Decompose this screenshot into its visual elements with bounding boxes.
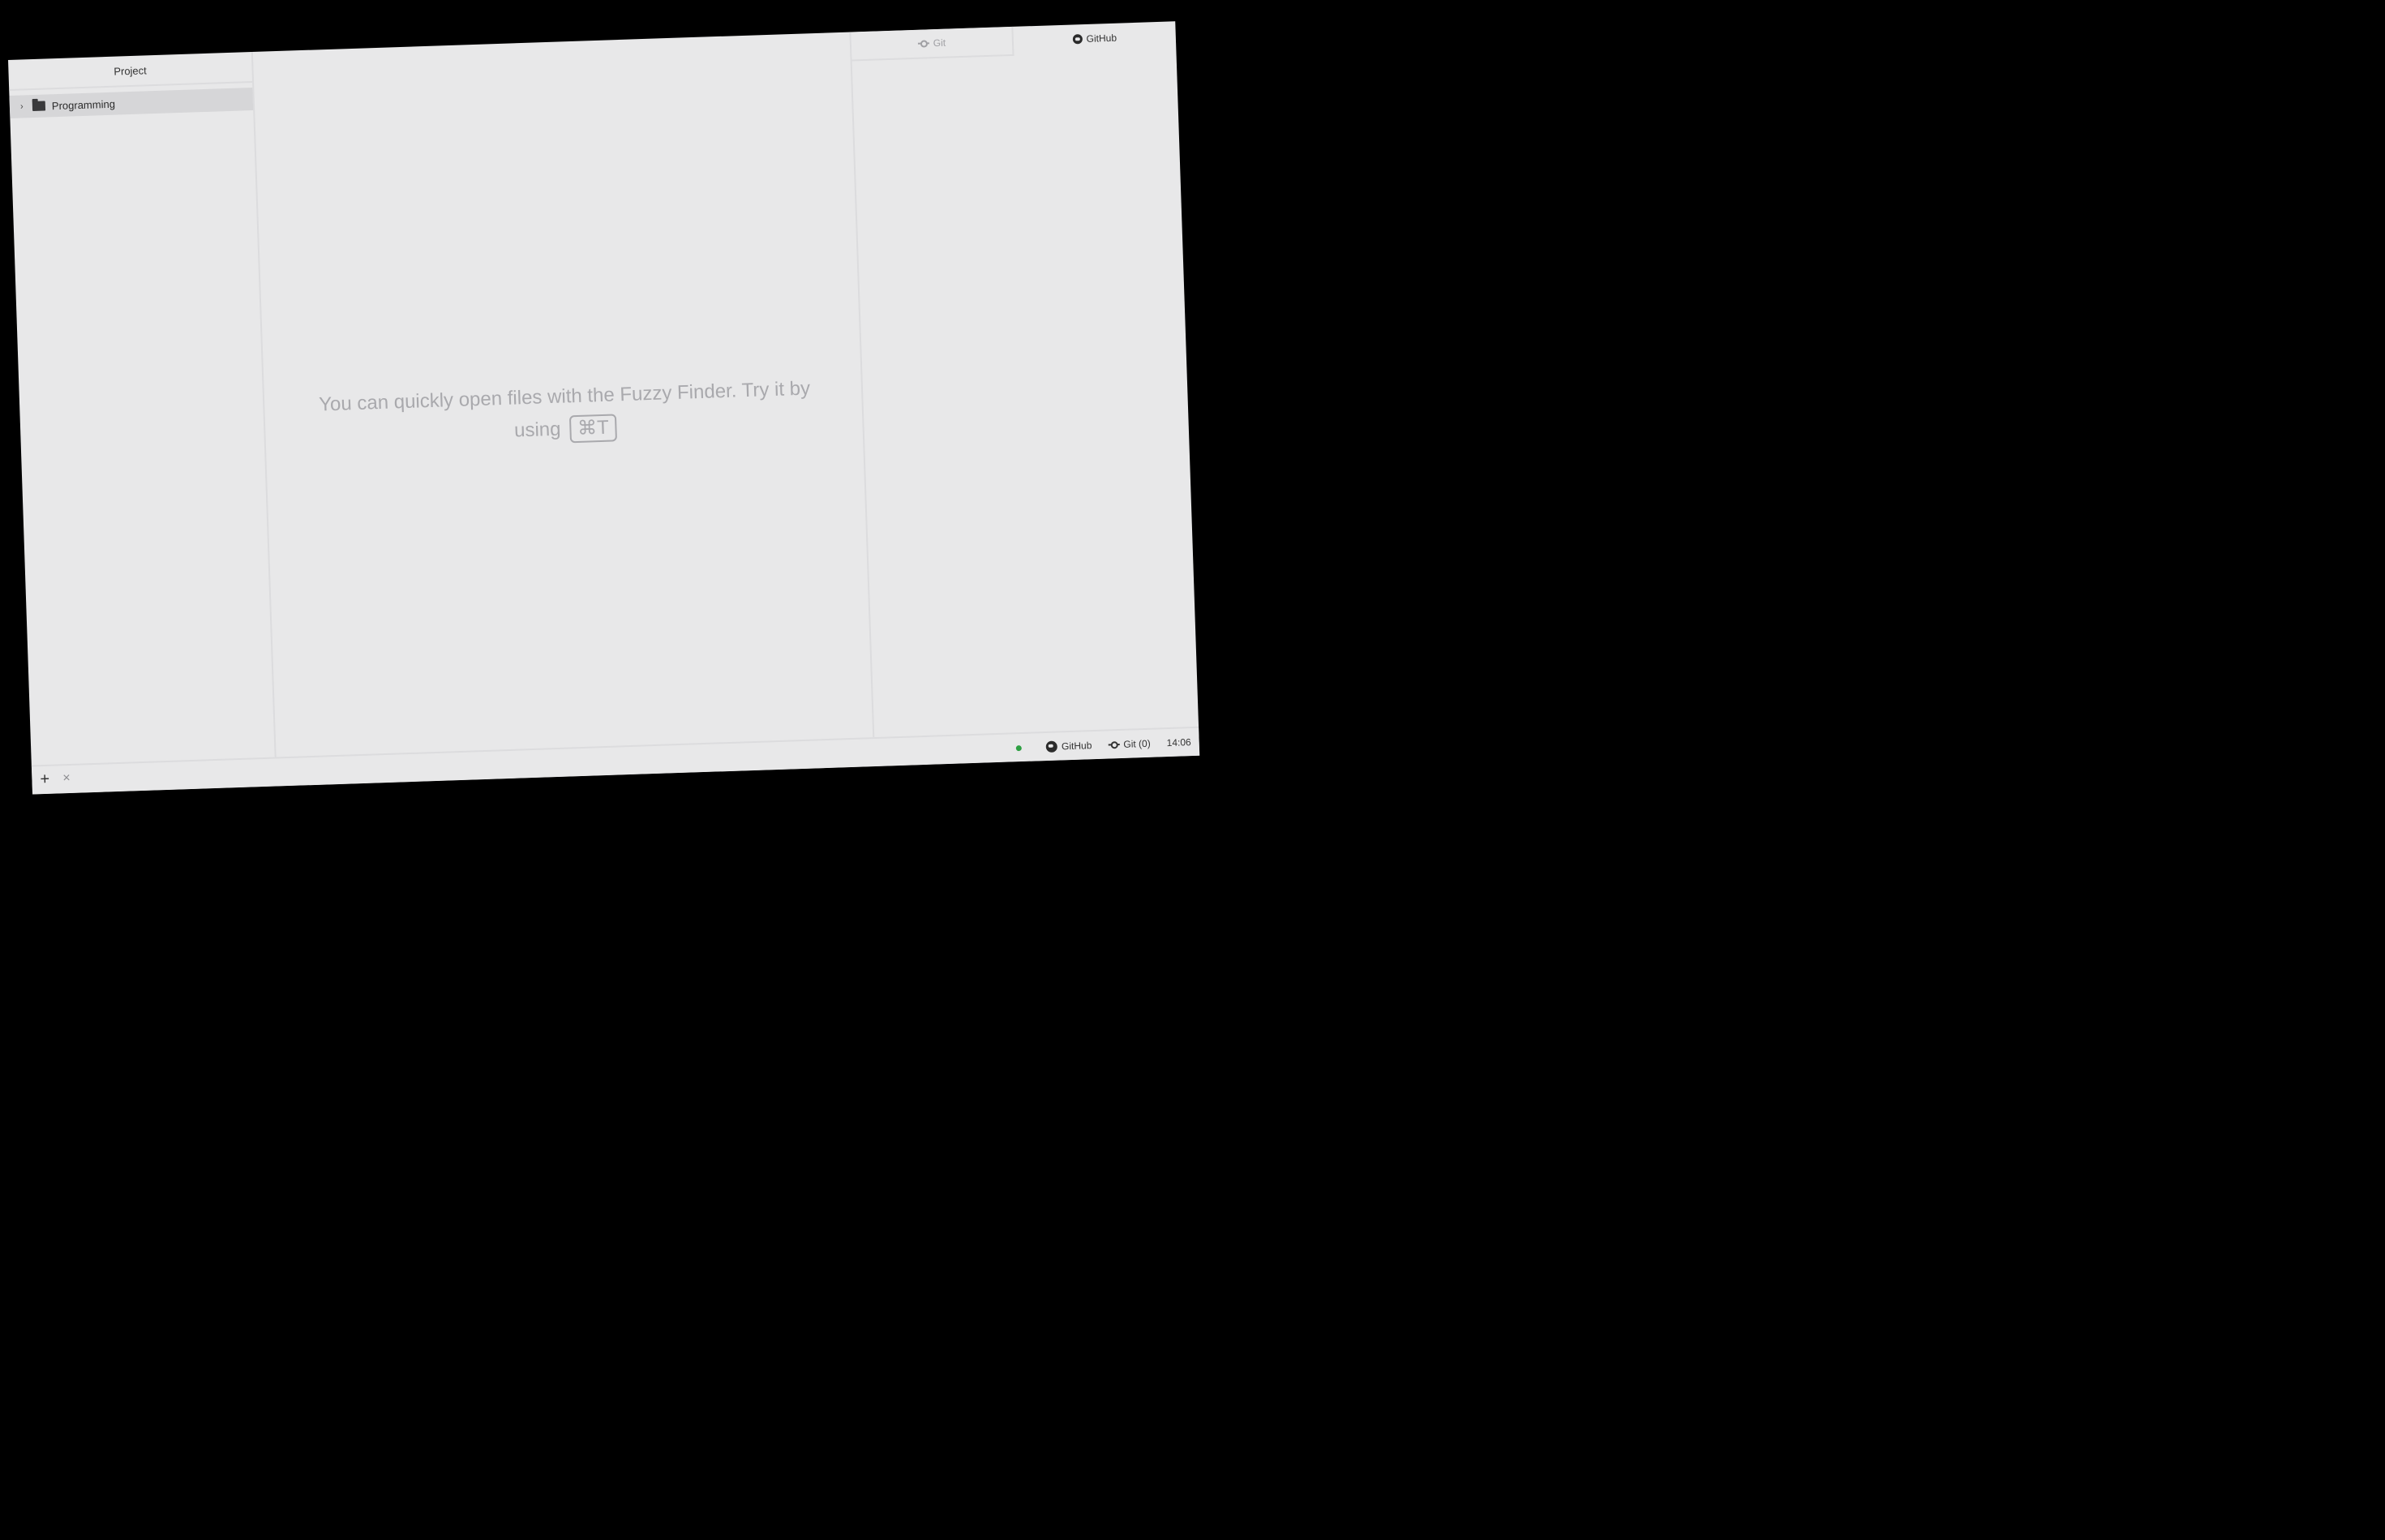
editor-window: Project › Programming You can quickly op… xyxy=(8,21,1200,795)
github-status-label: GitHub xyxy=(1061,740,1092,753)
dock-tab-bar: Git GitHub xyxy=(851,21,1176,62)
clock: 14:06 xyxy=(1166,736,1191,749)
close-button[interactable]: × xyxy=(62,770,71,787)
github-icon xyxy=(1072,34,1083,45)
status-bar-right: GitHub Git (0) 14:06 xyxy=(1015,728,1192,761)
hint-text: You can quickly open files with the Fuzz… xyxy=(318,377,811,442)
tab-git[interactable]: Git xyxy=(851,26,1014,62)
github-status-button[interactable]: GitHub xyxy=(1045,740,1092,753)
add-project-folder-button[interactable]: + xyxy=(40,770,49,788)
git-status-label: Git (0) xyxy=(1123,737,1151,750)
status-indicator-dot xyxy=(1015,744,1023,751)
keyboard-shortcut: ⌘T xyxy=(568,414,618,444)
git-commit-icon xyxy=(1108,740,1119,749)
git-commit-icon xyxy=(918,39,929,47)
tab-git-label: Git xyxy=(933,36,946,49)
tree-item-label: Programming xyxy=(51,97,116,112)
tree-view-title[interactable]: Project xyxy=(8,52,253,91)
git-status-button[interactable]: Git (0) xyxy=(1108,738,1151,751)
workspace-center-pane: You can quickly open files with the Fuzz… xyxy=(252,32,875,757)
tree-view-panel: Project › Programming xyxy=(8,51,277,766)
right-dock: Git GitHub xyxy=(851,21,1199,737)
folder-icon xyxy=(32,101,46,112)
tab-github-label: GitHub xyxy=(1086,32,1117,45)
chevron-right-icon[interactable]: › xyxy=(16,101,28,111)
screen-background: Project › Programming You can quickly op… xyxy=(0,0,2385,1540)
github-icon xyxy=(1045,740,1058,753)
tree-item-programming[interactable]: › Programming xyxy=(9,88,254,118)
fuzzy-finder-hint: You can quickly open files with the Fuzz… xyxy=(313,372,817,454)
tab-github[interactable]: GitHub xyxy=(1013,21,1176,56)
